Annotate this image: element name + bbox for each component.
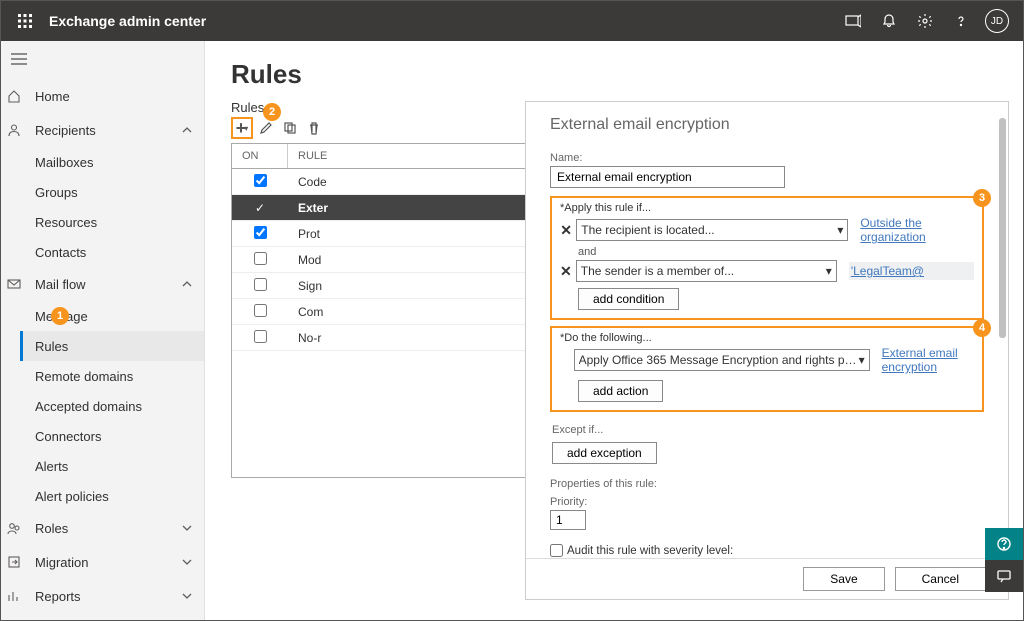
app-header: Exchange admin center JD	[1, 1, 1023, 41]
save-button[interactable]: Save	[803, 567, 884, 591]
rule-enabled-checkbox[interactable]	[254, 330, 267, 343]
copy-rule-icon[interactable]	[279, 117, 301, 139]
reports-icon	[7, 589, 27, 603]
help-float-buttons	[985, 528, 1023, 592]
nav-connectors[interactable]: Connectors	[1, 421, 204, 451]
actions-section: 4 *Do the following... Apply Office 365 …	[550, 326, 984, 412]
chevron-down-icon	[182, 557, 192, 567]
callout-badge-2: 2	[263, 103, 281, 121]
chevron-up-icon	[182, 125, 192, 135]
nav-mailboxes[interactable]: Mailboxes	[1, 147, 204, 177]
settings-icon[interactable]	[907, 1, 943, 41]
cancel-button[interactable]: Cancel	[895, 567, 986, 591]
rule-editor-modal: External email encryption Name: 3 *Apply…	[525, 101, 1009, 600]
rule-enabled-checkbox[interactable]	[254, 278, 267, 291]
nav-message[interactable]: Message 1	[1, 301, 204, 331]
roles-icon	[7, 521, 27, 535]
remove-condition-icon[interactable]: ✕	[560, 222, 572, 239]
add-exception-button[interactable]: add exception	[552, 442, 657, 464]
delete-rule-icon[interactable]	[303, 117, 325, 139]
announcement-icon[interactable]	[835, 1, 871, 41]
audit-checkbox[interactable]	[550, 544, 563, 557]
and-label: and	[578, 246, 974, 258]
priority-input[interactable]	[550, 510, 586, 530]
rule-enabled-checkbox[interactable]	[254, 174, 267, 187]
account-avatar[interactable]: JD	[979, 1, 1015, 41]
rule-name-input[interactable]	[550, 166, 785, 188]
collapse-nav-icon[interactable]	[1, 41, 37, 77]
help-icon[interactable]	[943, 1, 979, 41]
nav-remote-domains[interactable]: Remote domains	[1, 361, 204, 391]
content-area: Rules Rules +▾ 2 ON RULE Code✓ExterProtM…	[205, 41, 1023, 620]
callout-badge-4: 4	[973, 319, 991, 337]
apply-if-label: *Apply this rule if...	[560, 202, 974, 214]
conditions-section: 3 *Apply this rule if... ✕ The recipient…	[550, 196, 984, 320]
audit-label: Audit this rule with severity level:	[567, 545, 733, 557]
app-launcher-icon[interactable]	[9, 5, 41, 37]
nav-resources[interactable]: Resources	[1, 207, 204, 237]
nav-groups[interactable]: Groups	[1, 177, 204, 207]
nav-roles[interactable]: Roles	[1, 511, 204, 545]
nav-insights[interactable]: Insights	[1, 613, 204, 620]
add-rule-button[interactable]: +▾	[231, 117, 253, 139]
page-title: Rules	[231, 59, 1005, 90]
rule-enabled-checkbox[interactable]	[254, 304, 267, 317]
nav-rules[interactable]: Rules	[20, 331, 204, 361]
mail-icon	[7, 277, 27, 291]
chevron-up-icon	[182, 279, 192, 289]
rule-enabled-checkbox[interactable]	[254, 226, 267, 239]
home-icon	[7, 89, 27, 103]
name-label: Name:	[550, 152, 984, 164]
nav-contacts[interactable]: Contacts	[1, 237, 204, 267]
sidebar: Home Recipients Mailboxes Groups Resourc…	[1, 41, 205, 620]
do-following-label: *Do the following...	[560, 332, 974, 344]
nav-alert-policies[interactable]: Alert policies	[1, 481, 204, 511]
remove-condition-icon[interactable]: ✕	[560, 263, 572, 280]
rule-enabled-checkbox[interactable]	[254, 252, 267, 265]
condition-1-value-link[interactable]: Outside the organization	[860, 216, 974, 244]
callout-badge-3: 3	[973, 189, 991, 207]
add-action-button[interactable]: add action	[578, 380, 663, 402]
nav-home[interactable]: Home	[1, 79, 204, 113]
condition-1-select[interactable]: The recipient is located...▾	[576, 219, 848, 241]
chevron-down-icon	[182, 523, 192, 533]
nav-migration[interactable]: Migration	[1, 545, 204, 579]
nav-mailflow[interactable]: Mail flow	[1, 267, 204, 301]
chevron-down-icon	[182, 591, 192, 601]
notifications-icon[interactable]	[871, 1, 907, 41]
properties-label: Properties of this rule:	[550, 478, 984, 490]
nav-alerts[interactable]: Alerts	[1, 451, 204, 481]
app-title: Exchange admin center	[49, 13, 835, 29]
user-icon	[7, 123, 27, 137]
modal-title: External email encryption	[550, 116, 984, 134]
add-condition-button[interactable]: add condition	[578, 288, 679, 310]
condition-2-value-link[interactable]: 'LegalTeam@	[849, 262, 974, 280]
condition-2-select[interactable]: The sender is a member of...▾	[576, 260, 837, 282]
nav-recipients[interactable]: Recipients	[1, 113, 204, 147]
action-1-value-link[interactable]: External email encryption	[882, 346, 974, 374]
except-if-label: Except if...	[552, 424, 984, 436]
action-1-select[interactable]: Apply Office 365 Message Encryption and …	[574, 349, 870, 371]
nav-reports[interactable]: Reports	[1, 579, 204, 613]
migration-icon	[7, 555, 27, 569]
callout-badge-1: 1	[51, 307, 69, 325]
priority-label: Priority:	[550, 496, 984, 508]
scrollbar[interactable]	[999, 118, 1006, 338]
feedback-icon[interactable]	[985, 560, 1023, 592]
grid-header-on[interactable]: ON	[232, 144, 288, 168]
nav-accepted-domains[interactable]: Accepted domains	[1, 391, 204, 421]
support-icon[interactable]	[985, 528, 1023, 560]
